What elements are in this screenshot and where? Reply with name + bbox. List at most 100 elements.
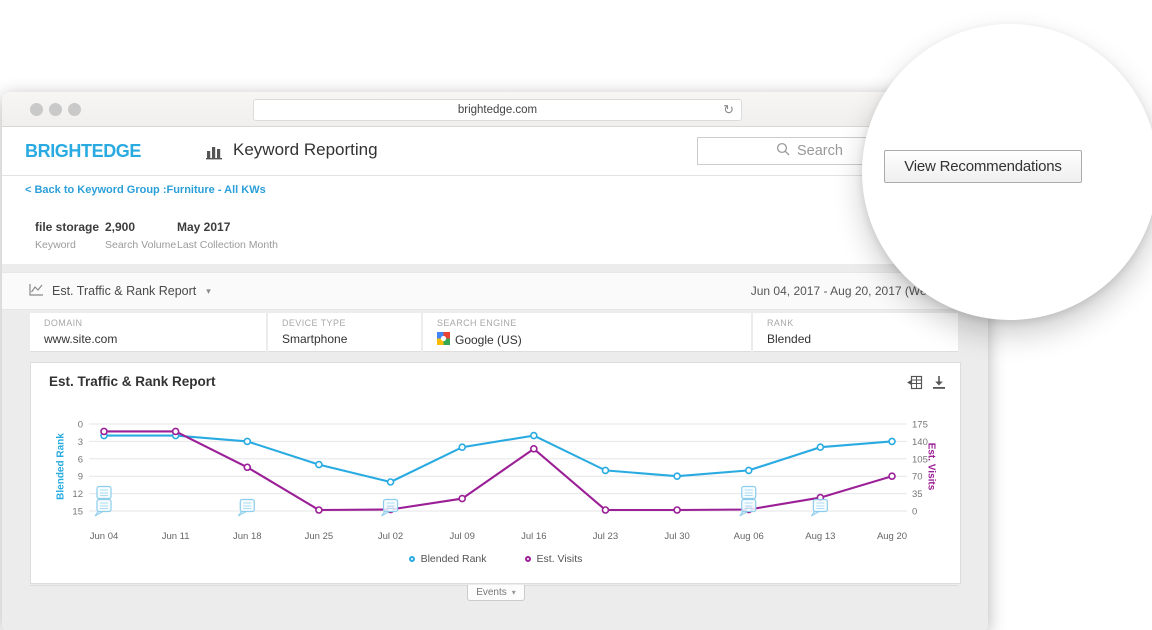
left-axis-title: Blended Rank — [56, 427, 67, 507]
left-axis-tick: 0 — [78, 420, 83, 431]
domain-filter-value: www.site.com — [44, 332, 266, 346]
bar-chart-icon — [206, 142, 224, 165]
window-close-button[interactable] — [30, 103, 43, 116]
window-controls[interactable] — [30, 103, 81, 116]
data-point[interactable] — [602, 467, 608, 473]
chart-card: Est. Traffic & Rank Report — [30, 362, 961, 584]
rank-filter-value: Blended — [767, 332, 958, 346]
right-axis-tick: 0 — [912, 507, 917, 518]
x-axis-label: Jul 30 — [664, 531, 689, 542]
browser-window: brightedge.com ↻ BRIGHTEDGE Keyword Repo… — [2, 92, 988, 630]
collection-month-value: May 2017 — [177, 220, 278, 234]
left-axis-tick: 6 — [78, 454, 83, 465]
data-point[interactable] — [674, 473, 680, 479]
back-link[interactable]: < Back to Keyword Group :Furniture - All… — [25, 184, 266, 196]
left-axis-tick: 12 — [72, 489, 83, 500]
x-axis-label: Aug 20 — [877, 531, 907, 542]
keyword-label: Keyword — [35, 239, 99, 251]
data-point[interactable] — [531, 446, 537, 452]
data-point[interactable] — [388, 479, 394, 485]
event-marker-icon[interactable] — [740, 487, 756, 517]
search-volume-item: 2,900 Search Volume — [105, 220, 176, 251]
collection-month-item: May 2017 Last Collection Month — [177, 220, 278, 251]
event-marker-icon[interactable] — [382, 500, 398, 517]
device-type-filter[interactable]: DEVICE TYPE Smartphone — [268, 313, 421, 352]
data-point[interactable] — [602, 507, 608, 513]
browser-chrome: brightedge.com ↻ — [2, 92, 988, 127]
chevron-down-icon: ▾ — [512, 588, 516, 597]
x-axis-label: Jun 11 — [162, 531, 190, 542]
legend-item-blended-rank[interactable]: Blended Rank — [409, 553, 487, 565]
device-type-filter-label: DEVICE TYPE — [282, 318, 421, 328]
report-type-label: Est. Traffic & Rank Report — [52, 284, 196, 298]
data-point[interactable] — [244, 464, 250, 470]
keyword-summary-section: < Back to Keyword Group :Furniture - All… — [2, 176, 988, 264]
chart-legend: Blended Rank Est. Visits — [31, 553, 960, 565]
event-marker-icon[interactable] — [238, 500, 254, 517]
address-bar[interactable]: brightedge.com ↻ — [253, 99, 742, 121]
x-axis-label: Jun 04 — [90, 531, 119, 542]
data-point[interactable] — [316, 462, 322, 468]
search-input[interactable]: Search — [697, 137, 877, 165]
search-placeholder: Search — [797, 143, 843, 159]
data-point[interactable] — [173, 428, 179, 434]
chevron-down-icon: ▾ — [206, 286, 211, 297]
data-point[interactable] — [746, 467, 752, 473]
data-point[interactable] — [531, 433, 537, 439]
right-axis-title: Est. Visits — [926, 427, 937, 507]
legend-item-est-visits[interactable]: Est. Visits — [525, 553, 583, 565]
search-engine-filter[interactable]: SEARCH ENGINE Google (US) — [423, 313, 751, 352]
data-point[interactable] — [817, 444, 823, 450]
page-title: Keyword Reporting — [233, 140, 378, 160]
x-axis-label: Jul 02 — [378, 531, 403, 542]
data-point[interactable] — [889, 438, 895, 444]
x-axis-label: Jun 18 — [233, 531, 262, 542]
left-axis-tick: 15 — [72, 507, 83, 518]
data-point[interactable] — [244, 438, 250, 444]
right-axis-tick: 35 — [912, 489, 923, 500]
x-axis-label: Jul 23 — [593, 531, 618, 542]
device-type-filter-value: Smartphone — [282, 332, 421, 346]
x-axis-label: Aug 13 — [805, 531, 835, 542]
collection-month-label: Last Collection Month — [177, 239, 278, 251]
domain-filter[interactable]: DOMAIN www.site.com — [30, 313, 266, 352]
left-axis-tick: 9 — [78, 472, 83, 483]
search-engine-filter-label: SEARCH ENGINE — [437, 318, 751, 328]
left-axis-tick: 3 — [78, 437, 83, 448]
event-marker-icon[interactable] — [811, 500, 827, 517]
report-selector-bar: Est. Traffic & Rank Report ▾ Jun 04, 201… — [2, 272, 988, 310]
legend-marker-icon — [409, 556, 415, 562]
filter-bar: DOMAIN www.site.com DEVICE TYPE Smartpho… — [30, 313, 958, 352]
keyword-value: file storage — [35, 220, 99, 234]
report-type-dropdown[interactable]: Est. Traffic & Rank Report ▾ — [29, 273, 211, 309]
view-recommendations-button[interactable]: View Recommendations — [884, 150, 1082, 183]
event-marker-icon[interactable] — [95, 487, 111, 517]
reload-icon[interactable]: ↻ — [723, 100, 734, 120]
data-point[interactable] — [101, 428, 107, 434]
domain-filter-label: DOMAIN — [44, 318, 266, 328]
url-text: brightedge.com — [458, 104, 537, 116]
google-icon — [437, 332, 450, 348]
rank-filter-label: RANK — [767, 318, 958, 328]
x-axis-label: Jul 16 — [521, 531, 546, 542]
x-axis-label: Aug 06 — [734, 531, 764, 542]
search-volume-value: 2,900 — [105, 220, 176, 234]
rank-filter[interactable]: RANK Blended — [753, 313, 958, 352]
legend-marker-icon — [525, 556, 531, 562]
search-engine-filter-value: Google (US) — [455, 333, 522, 347]
search-icon — [776, 142, 790, 160]
search-volume-label: Search Volume — [105, 239, 176, 251]
data-point[interactable] — [674, 507, 680, 513]
app-header: BRIGHTEDGE Keyword Reporting Search — [2, 127, 988, 176]
events-button[interactable]: Events ▾ — [467, 585, 525, 601]
window-minimize-button[interactable] — [49, 103, 62, 116]
magnifier-callout: View Recommendations — [862, 24, 1152, 320]
data-point[interactable] — [316, 507, 322, 513]
data-point[interactable] — [889, 473, 895, 479]
series-line — [104, 431, 892, 510]
data-point[interactable] — [459, 444, 465, 450]
data-point[interactable] — [459, 496, 465, 502]
window-zoom-button[interactable] — [68, 103, 81, 116]
main-content: < Back to Keyword Group :Furniture - All… — [2, 176, 988, 630]
x-axis-label: Jun 25 — [305, 531, 334, 542]
